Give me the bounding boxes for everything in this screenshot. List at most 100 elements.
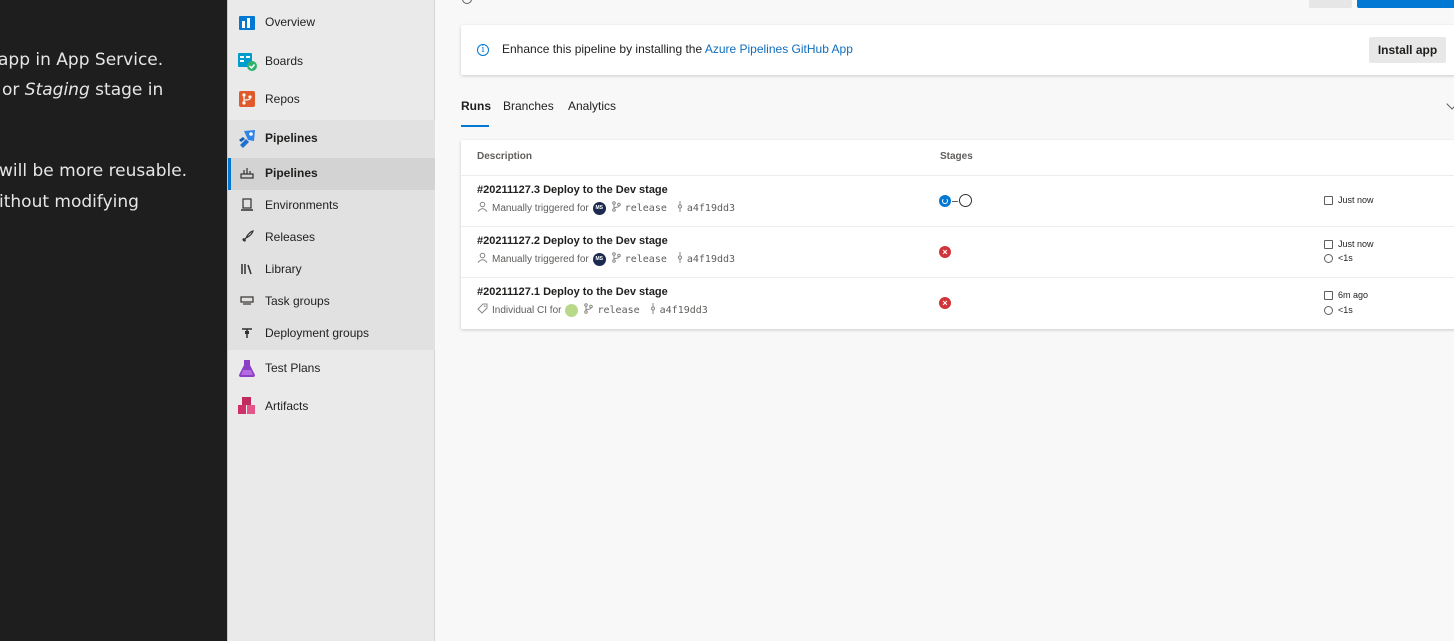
run-meta: Manually triggered for MS release a4f19d… <box>477 252 735 266</box>
stage-failed-icon[interactable]: × <box>939 297 951 309</box>
avatar: MS <box>592 252 606 266</box>
artifacts-icon <box>237 396 257 416</box>
runs-table: Description Stages #20211127.3 Deploy to… <box>461 140 1454 329</box>
run-meta: Manually triggered for MS release a4f19d… <box>477 201 735 215</box>
task-groups-icon <box>240 294 254 308</box>
commit-icon <box>650 303 656 317</box>
tab-runs[interactable]: Runs <box>461 99 491 113</box>
table-row[interactable]: #20211127.1 Deploy to the Dev stage Indi… <box>461 277 1454 328</box>
test-plans-icon <box>237 358 257 378</box>
time-text: Just now <box>1338 195 1374 205</box>
run-title[interactable]: #20211127.2 Deploy to the Dev stage <box>477 235 668 247</box>
sidebar-item-library[interactable]: Library <box>228 261 435 277</box>
table-row[interactable]: #20211127.3 Deploy to the Dev stage Manu… <box>461 175 1454 226</box>
main-content: i Enhance this pipeline by installing th… <box>436 0 1454 641</box>
column-header-stages: Stages <box>940 151 973 162</box>
filter-icon[interactable] <box>1446 98 1454 110</box>
branch-name[interactable]: release <box>625 203 667 214</box>
person-icon <box>477 201 488 215</box>
tab-branches[interactable]: Branches <box>503 99 554 113</box>
sidebar-item-task-groups[interactable]: Task groups <box>228 293 435 309</box>
table-row[interactable]: #20211127.2 Deploy to the Dev stage Manu… <box>461 226 1454 277</box>
sidebar-item-pipelines-sub[interactable]: Pipelines <box>228 165 435 181</box>
doc-text-line: app in App Service. <box>0 50 164 70</box>
run-time: 6m ago <box>1324 290 1368 300</box>
person-icon <box>477 252 488 266</box>
branch-icon <box>584 303 594 317</box>
run-duration: <1s <box>1324 253 1353 263</box>
sidebar-item-repos[interactable]: Repos <box>228 89 435 109</box>
trigger-text: Manually triggered for <box>492 202 589 214</box>
stage-in-progress-icon[interactable] <box>939 195 951 207</box>
sidebar-item-label: Pipelines <box>265 166 318 180</box>
github-app-banner: i Enhance this pipeline by installing th… <box>461 25 1454 75</box>
clock-icon <box>1324 253 1333 263</box>
install-app-button[interactable]: Install app <box>1369 37 1446 63</box>
tag-icon <box>477 303 488 317</box>
sidebar-item-test-plans[interactable]: Test Plans <box>228 358 435 378</box>
sidebar-item-label: Library <box>265 262 302 276</box>
github-app-link[interactable]: Azure Pipelines GitHub App <box>705 42 853 56</box>
deployment-groups-icon <box>240 326 254 340</box>
releases-icon <box>240 230 254 244</box>
trigger-text: Individual CI for <box>492 304 562 316</box>
commit-icon <box>677 252 683 266</box>
sidebar-item-artifacts[interactable]: Artifacts <box>228 396 435 416</box>
sidebar-item-pipelines[interactable]: Pipelines <box>228 128 435 148</box>
commit-hash[interactable]: a4f19dd3 <box>660 305 708 316</box>
commit-hash[interactable]: a4f19dd3 <box>687 203 735 214</box>
documentation-panel: app in App Service. or Staging stage in … <box>0 0 227 641</box>
more-actions-button[interactable] <box>1309 0 1352 8</box>
sidebar-item-label: Repos <box>265 92 300 106</box>
boards-icon <box>237 51 257 71</box>
avatar: MS <box>592 201 606 215</box>
run-duration: <1s <box>1324 305 1353 315</box>
active-tab-indicator <box>461 125 489 127</box>
sidebar-item-label: Artifacts <box>265 399 309 413</box>
sidebar-item-label: Overview <box>265 15 316 29</box>
doc-text-line: ithout modifying <box>0 192 139 212</box>
tab-analytics[interactable]: Analytics <box>568 99 616 113</box>
sidebar-item-label: Deployment groups <box>265 326 370 340</box>
sidebar-item-label: Environments <box>265 198 339 212</box>
clock-icon <box>1324 305 1333 315</box>
pipelines-sub-icon <box>240 166 254 180</box>
duration-text: <1s <box>1338 253 1353 263</box>
sidebar-item-label: Test Plans <box>265 361 321 375</box>
sidebar-item-label: Releases <box>265 230 316 244</box>
search-icon[interactable] <box>462 0 472 4</box>
run-time: Just now <box>1324 239 1374 249</box>
doc-text-line: or Staging stage in <box>2 80 164 100</box>
branch-icon <box>611 201 621 215</box>
branch-name[interactable]: release <box>625 254 667 265</box>
overview-icon <box>237 12 257 32</box>
stage-not-started-icon[interactable] <box>959 194 972 207</box>
stage-failed-icon[interactable]: × <box>939 246 951 258</box>
stage-connector <box>952 201 958 202</box>
repos-icon <box>237 89 257 109</box>
run-pipeline-button[interactable] <box>1357 0 1454 8</box>
sidebar-item-environments[interactable]: Environments <box>228 197 435 213</box>
sidebar-item-label: Boards <box>265 54 304 68</box>
sidebar-item-overview[interactable]: Overview <box>228 12 435 32</box>
banner-message: Enhance this pipeline by installing the … <box>502 42 853 56</box>
sidebar-item-label: Task groups <box>265 294 330 308</box>
doc-text-line: will be more reusable. <box>0 161 188 181</box>
commit-icon <box>677 201 683 215</box>
pipelines-icon <box>237 128 257 148</box>
branch-name[interactable]: release <box>597 305 639 316</box>
sidebar-item-deployment-groups[interactable]: Deployment groups <box>228 325 435 341</box>
run-title[interactable]: #20211127.3 Deploy to the Dev stage <box>477 184 668 196</box>
time-text: Just now <box>1338 239 1374 249</box>
project-sidebar: Overview Boards Repos Pipelines Pipeline… <box>227 0 435 641</box>
calendar-icon <box>1324 195 1333 205</box>
commit-hash[interactable]: a4f19dd3 <box>687 254 735 265</box>
sidebar-item-releases[interactable]: Releases <box>228 229 435 245</box>
run-title[interactable]: #20211127.1 Deploy to the Dev stage <box>477 286 668 298</box>
info-icon: i <box>477 44 489 56</box>
sidebar-item-label: Pipelines <box>265 131 318 145</box>
run-time: Just now <box>1324 195 1374 205</box>
calendar-icon <box>1324 290 1333 300</box>
sidebar-item-boards[interactable]: Boards <box>228 51 435 71</box>
avatar <box>565 303 579 317</box>
